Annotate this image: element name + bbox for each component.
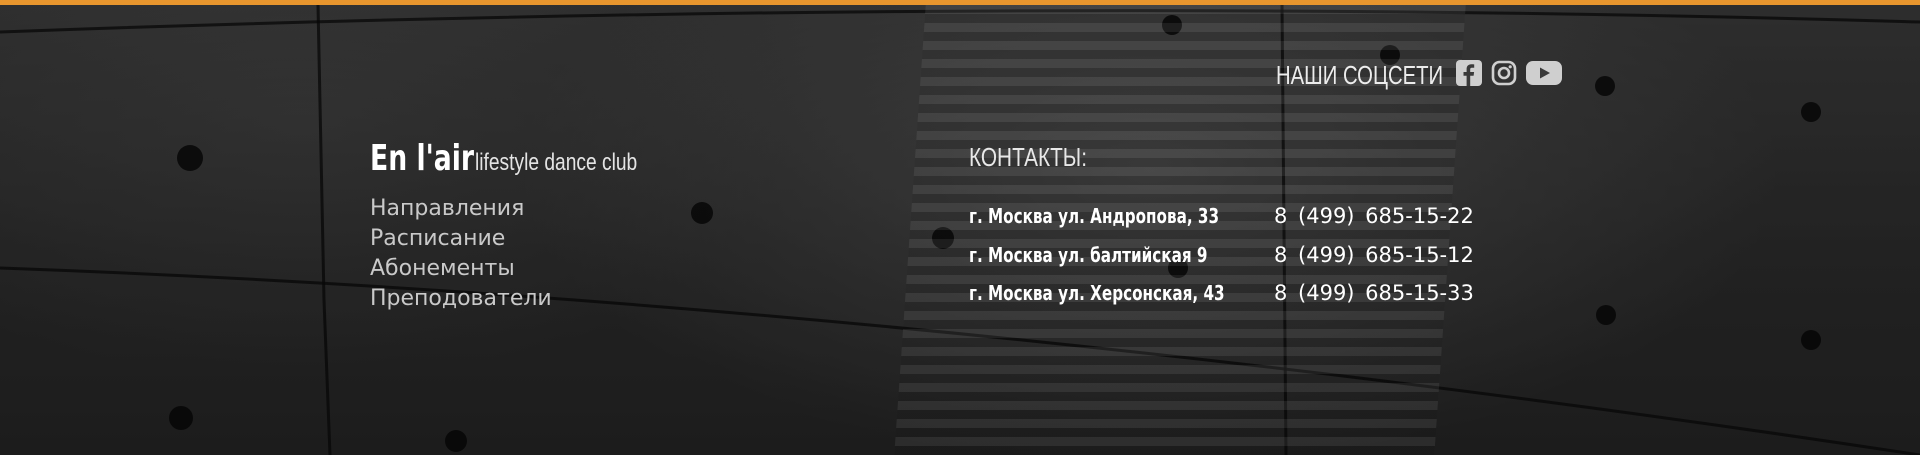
brand-tagline: lifestyle dance club bbox=[474, 149, 637, 176]
nav-item-directions[interactable]: Направления bbox=[370, 194, 552, 224]
youtube-icon[interactable] bbox=[1526, 60, 1563, 91]
instagram-icon[interactable] bbox=[1491, 60, 1517, 91]
nav-item-subscriptions[interactable]: Абонементы bbox=[370, 254, 552, 284]
nav-item-teachers[interactable]: Преподователи bbox=[370, 284, 552, 314]
contacts-title: КОНТАКТЫ: bbox=[969, 142, 1087, 172]
contact-phone[interactable]: 8 (499) 685-15-12 bbox=[1274, 241, 1474, 269]
social-title: НАШИ СОЦСЕТИ bbox=[1276, 60, 1444, 90]
contact-row: г. Москва ул. Андропова, 33 8 (499) 685-… bbox=[969, 202, 1489, 241]
social-icons bbox=[1456, 60, 1563, 91]
contacts-list: г. Москва ул. Андропова, 33 8 (499) 685-… bbox=[969, 202, 1489, 318]
site-footer: НАШИ СОЦСЕТИ En l'air lifestyle dance cl… bbox=[0, 0, 1920, 455]
contact-address: г. Москва ул. Андропова, 33 bbox=[969, 204, 1220, 228]
contact-phone[interactable]: 8 (499) 685-15-22 bbox=[1274, 202, 1474, 230]
footer-nav: Направления Расписание Абонементы Препод… bbox=[370, 194, 552, 314]
contact-row: г. Москва ул. Херсонская, 43 8 (499) 685… bbox=[969, 279, 1489, 318]
nav-item-schedule[interactable]: Расписание bbox=[370, 224, 552, 254]
contact-address: г. Москва ул. Херсонская, 43 bbox=[969, 281, 1225, 305]
facebook-icon[interactable] bbox=[1456, 60, 1483, 91]
brand-logo-text[interactable]: En l'air bbox=[370, 138, 474, 179]
contact-phone[interactable]: 8 (499) 685-15-33 bbox=[1274, 279, 1474, 307]
brand-block: En l'air lifestyle dance club bbox=[370, 138, 677, 179]
social-block: НАШИ СОЦСЕТИ bbox=[1276, 60, 1563, 91]
contact-row: г. Москва ул. балтийская 9 8 (499) 685-1… bbox=[969, 241, 1489, 280]
contact-address: г. Москва ул. балтийская 9 bbox=[969, 242, 1208, 267]
